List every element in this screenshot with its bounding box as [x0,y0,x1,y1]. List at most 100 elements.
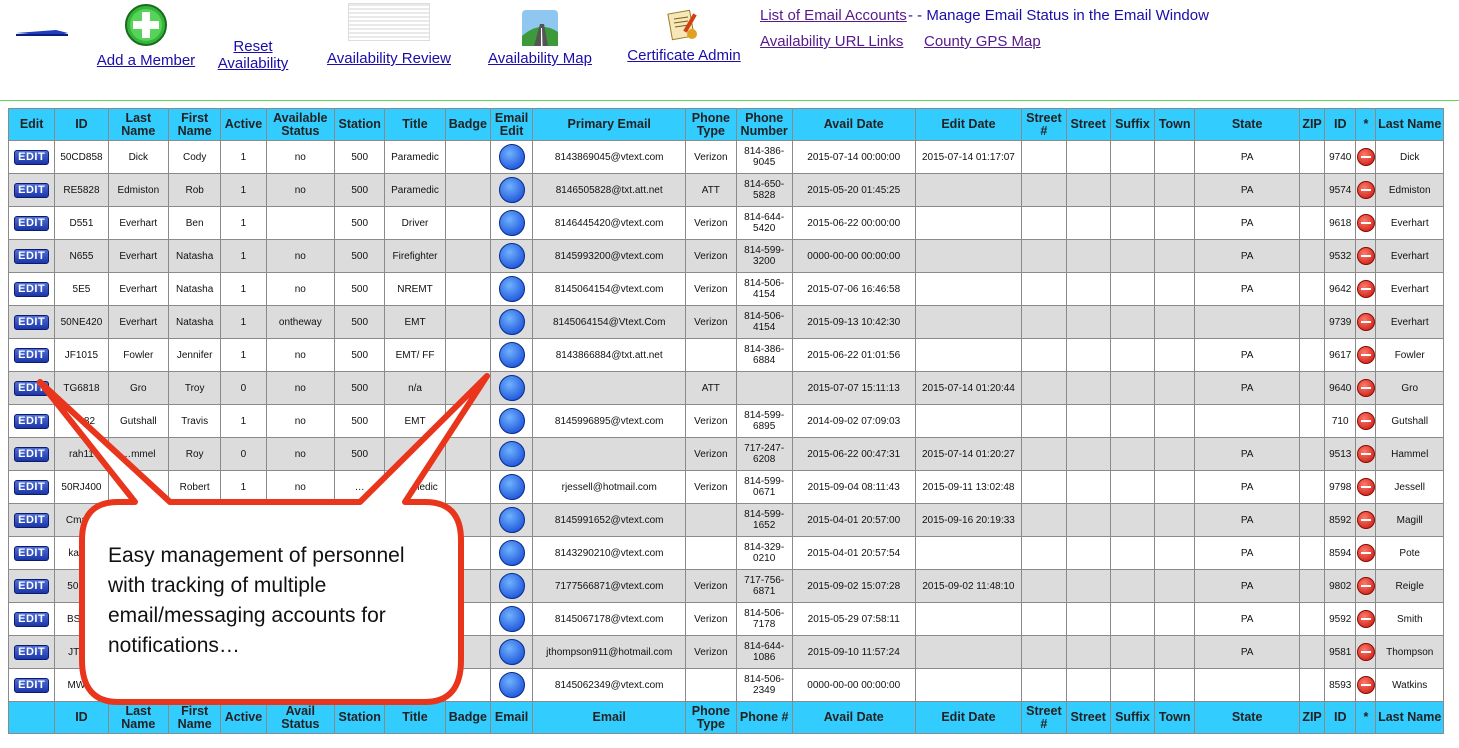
edit-button[interactable]: EDIT [14,380,50,396]
email-edit-icon[interactable] [498,177,525,203]
delete-icon[interactable] [1356,280,1375,298]
certificate-icon[interactable] [666,9,702,42]
availability-url-links-link[interactable]: Availability URL Links [760,33,903,50]
cell-suffix [1109,470,1156,504]
delete-icon[interactable] [1356,445,1375,463]
cell-status [265,668,336,702]
delete-icon[interactable] [1356,643,1375,661]
delete-icon[interactable] [1356,511,1375,529]
cell-email-edit [489,338,534,372]
edit-button[interactable]: EDIT [14,248,50,264]
email-edit-icon[interactable] [498,375,525,401]
add-member-link[interactable]: Add a Member [97,52,195,69]
header-state: State [1194,108,1300,141]
delete-icon[interactable] [1356,313,1375,331]
email-edit-icon[interactable] [498,441,525,467]
email-edit-icon[interactable] [498,573,525,599]
add-member-item[interactable]: Add a Member [96,3,196,70]
cell-last [107,668,169,702]
cell-last: Everhart [107,305,169,339]
delete-icon[interactable] [1356,676,1375,694]
cell-zip [1298,338,1326,372]
edit-button[interactable]: EDIT [14,578,50,594]
cell-email-edit [489,668,534,702]
email-edit-icon[interactable] [498,672,525,698]
cell-edit-date [914,206,1023,240]
email-edit-icon[interactable] [498,276,525,302]
email-edit-icon[interactable] [498,540,525,566]
table-row: EDIT 50RJ400 J… Robert 1 no… …ramedic rjessell@… [7,470,1444,504]
availability-map-link[interactable]: Availability Map [488,50,592,67]
add-member-icon[interactable] [124,3,168,47]
cell-title: Firefighter [384,239,446,273]
email-edit-icon[interactable] [498,507,525,533]
cell-delete [1355,173,1377,207]
delete-icon[interactable] [1356,346,1375,364]
cell-street [1065,602,1111,636]
edit-button[interactable]: EDIT [14,512,50,528]
logo[interactable] [16,26,68,38]
cell-edit-date [914,668,1023,702]
cell-state: PA [1194,338,1300,372]
delete-icon[interactable] [1356,148,1375,166]
cell-title: Paramedic [384,140,446,174]
cell-edit: EDIT [7,635,56,669]
email-edit-icon[interactable] [498,474,525,500]
edit-button[interactable]: EDIT [14,644,50,660]
edit-button[interactable]: EDIT [14,545,50,561]
edit-button[interactable]: EDIT [14,281,50,297]
delete-icon[interactable] [1356,577,1375,595]
footer-street-number: Street # [1021,701,1067,734]
certificate-admin-item[interactable]: Certificate Admin [620,9,748,65]
footer-edit-date: Edit Date [914,701,1023,734]
edit-button[interactable]: EDIT [14,611,50,627]
availability-review-thumbnail-icon[interactable] [348,3,430,41]
cell-station: … [334,470,386,504]
delete-icon[interactable] [1356,544,1375,562]
reset-availability-item[interactable]: Reset Availability [210,38,296,72]
list-email-accounts-link[interactable]: List of Email Accounts [760,7,907,24]
delete-icon[interactable] [1356,610,1375,628]
edit-button[interactable]: EDIT [14,347,50,363]
reset-availability-link-line2[interactable]: Availability [210,55,296,72]
edit-button[interactable]: EDIT [14,149,50,165]
cell-last-name2: Jessell [1375,470,1444,504]
cell-id2: 9802 [1324,569,1357,603]
cell-active: 1 [220,140,267,174]
availability-review-item[interactable]: Availability Review [322,3,456,68]
map-road-icon[interactable] [520,8,560,48]
email-edit-icon[interactable] [498,210,525,236]
edit-button[interactable]: EDIT [14,182,50,198]
cell-suffix [1109,371,1156,405]
delete-icon[interactable] [1356,214,1375,232]
edit-button[interactable]: EDIT [14,446,50,462]
cell-status: no [265,404,336,438]
delete-icon[interactable] [1356,181,1375,199]
cell-primary-email: 8143866884@txt.att.net [532,338,687,372]
cell-badge [444,140,491,174]
county-gps-map-link[interactable]: County GPS Map [924,33,1041,50]
availability-review-link[interactable]: Availability Review [327,50,451,67]
footer-id2: ID [1324,701,1357,734]
edit-button[interactable]: EDIT [14,215,50,231]
email-edit-icon[interactable] [498,243,525,269]
delete-icon[interactable] [1356,379,1375,397]
delete-icon[interactable] [1356,247,1375,265]
reset-availability-link[interactable]: Reset [210,38,296,55]
email-edit-icon[interactable] [498,144,525,170]
email-edit-icon[interactable] [498,309,525,335]
delete-icon[interactable] [1356,478,1375,496]
email-edit-icon[interactable] [498,606,525,632]
certificate-admin-link[interactable]: Certificate Admin [627,47,740,64]
edit-button[interactable]: EDIT [14,314,50,330]
email-edit-icon[interactable] [498,639,525,665]
cell-last-name2: Smith [1375,602,1444,636]
edit-button[interactable]: EDIT [14,677,50,693]
delete-icon[interactable] [1356,412,1375,430]
email-edit-icon[interactable] [498,408,525,434]
email-edit-icon[interactable] [498,342,525,368]
availability-map-item[interactable]: Availability Map [482,8,598,68]
edit-button[interactable]: EDIT [14,479,50,495]
edit-button[interactable]: EDIT [14,413,50,429]
cell-primary-email: rjessell@hotmail.com [532,470,687,504]
